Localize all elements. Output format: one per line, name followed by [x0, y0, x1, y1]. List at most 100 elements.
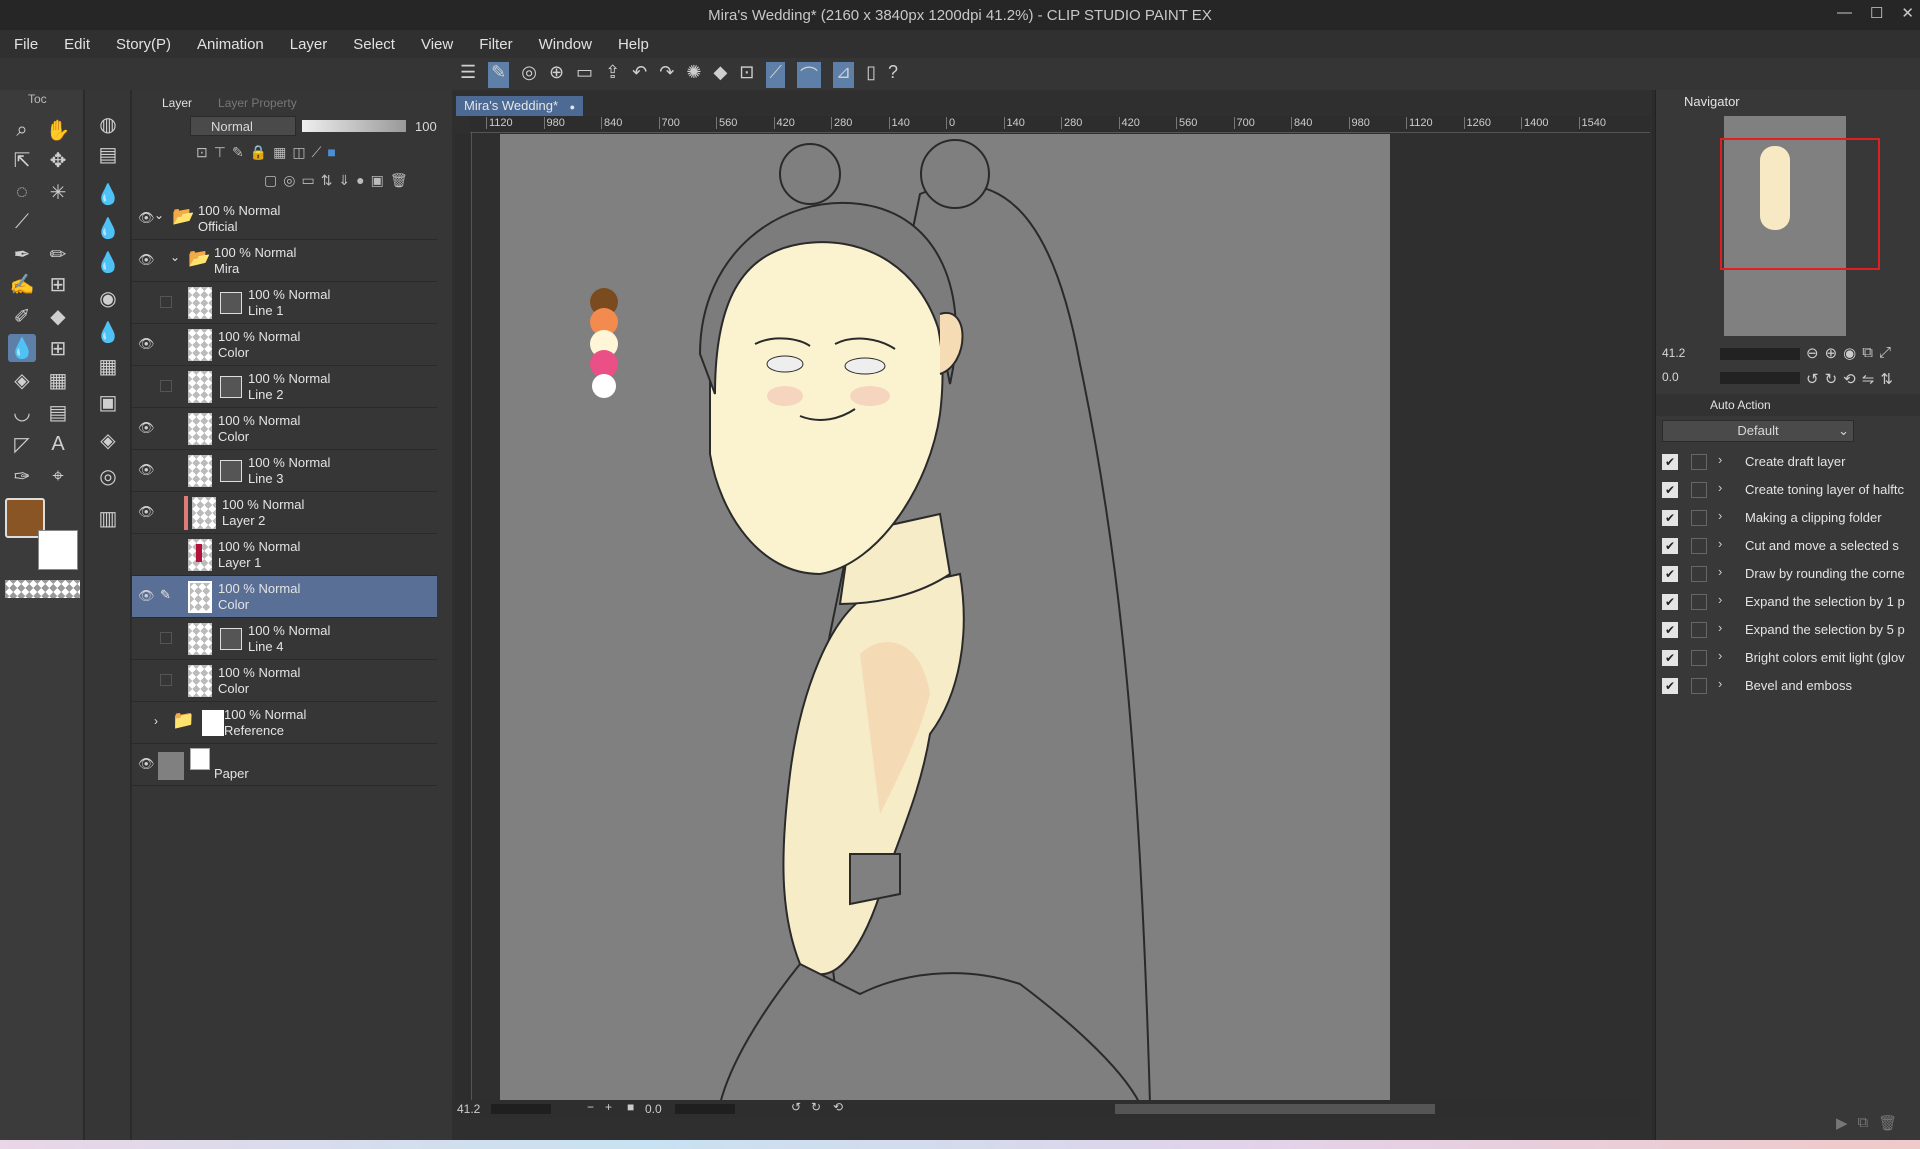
clip-icon[interactable]: ⊡ — [196, 144, 208, 161]
blend-tool-icon[interactable]: 💧 — [8, 334, 36, 362]
move-tool-icon[interactable]: ✥ — [44, 146, 72, 174]
operation-tool-icon[interactable]: ⇱ — [8, 146, 36, 174]
expand-icon[interactable]: › — [1718, 676, 1722, 691]
menu-story[interactable]: Story(P) — [116, 36, 171, 53]
brush-tool-icon[interactable]: ✍ — [8, 270, 36, 298]
nav-actual-size-icon[interactable]: ⧉ — [1862, 344, 1873, 362]
reset-rotation-icon[interactable]: ⟲ — [833, 1100, 843, 1114]
hand-tool-icon[interactable]: ✋ — [44, 116, 72, 144]
menu-animation[interactable]: Animation — [197, 36, 264, 53]
zoom-slider[interactable] — [491, 1104, 551, 1114]
opacity-slider[interactable] — [302, 120, 406, 132]
eye-icon[interactable]: 👁 — [138, 420, 155, 436]
text-tool-icon[interactable]: A — [44, 430, 72, 458]
navigator-rotation-slider[interactable] — [1720, 372, 1800, 384]
expand-icon[interactable]: › — [1718, 648, 1722, 663]
transparency-lock-icon[interactable]: ▦ — [273, 144, 286, 161]
auto-action-title[interactable]: Auto Action — [1710, 398, 1771, 412]
transfer-icon[interactable]: ⇅ — [321, 172, 333, 189]
nav-zoom-out-icon[interactable]: ⊖ — [1806, 344, 1819, 362]
device-icon[interactable]: ▯ — [866, 62, 876, 88]
check-icon[interactable]: ✔ — [1662, 594, 1678, 610]
trash-icon[interactable]: 🗑 — [1878, 1114, 1897, 1132]
layer-row-official[interactable]: 👁 ⌄ 📂 100 % Normal Official — [132, 198, 437, 240]
nav-reset-icon[interactable]: ⟲ — [1843, 370, 1856, 388]
nav-rotate-right-icon[interactable]: ↻ — [1825, 370, 1838, 388]
dialog-toggle[interactable] — [1691, 678, 1707, 694]
document-tab[interactable]: Mira's Wedding* ● — [456, 96, 584, 116]
lock-box[interactable] — [160, 674, 172, 686]
eye-icon[interactable]: 👁 — [138, 252, 155, 268]
menu-select[interactable]: Select — [353, 36, 395, 53]
opacity-value[interactable]: 100 — [415, 119, 437, 134]
navigator-title[interactable]: Navigator — [1684, 94, 1740, 109]
action-item[interactable]: ✔ › Draw by rounding the corne — [1656, 560, 1918, 588]
eye-icon[interactable]: 👁 — [138, 504, 155, 520]
ruler-icon[interactable]: ⟋ — [312, 144, 322, 161]
dialog-toggle[interactable] — [1691, 454, 1707, 470]
pen-mode-icon[interactable]: ✎ — [488, 62, 510, 88]
navigator-rotation-value[interactable]: 0.0 — [1662, 370, 1679, 384]
rotate-right-icon[interactable]: ↻ — [811, 1100, 821, 1114]
expand-icon[interactable]: › — [1718, 592, 1722, 607]
check-icon[interactable]: ✔ — [1662, 622, 1678, 638]
search-layer-icon[interactable]: ◎ — [94, 462, 122, 490]
dialog-toggle[interactable] — [1691, 538, 1707, 554]
gradient-icon[interactable]: ▦ — [44, 366, 72, 394]
collapse-icon[interactable]: ⌄ — [154, 208, 164, 222]
balloon-icon[interactable]: ⌖ — [44, 462, 72, 490]
nav-rotate-left-icon[interactable]: ↺ — [1806, 370, 1819, 388]
menu-edit[interactable]: Edit — [64, 36, 90, 53]
zoom-in-icon[interactable]: + — [605, 1100, 612, 1114]
auto-action-set-select[interactable]: Default ⌄ — [1662, 420, 1854, 442]
menu-window[interactable]: Window — [539, 36, 592, 53]
layer-row-layer-1[interactable]: 100 % Normal Layer 1 — [132, 534, 437, 576]
grid-tool-icon[interactable]: ⊞ — [44, 334, 72, 362]
dialog-toggle[interactable] — [1691, 650, 1707, 666]
palette-icon[interactable]: ◉ — [94, 284, 122, 312]
action-item[interactable]: ✔ › Cut and move a selected s — [1656, 532, 1918, 560]
figure-tool-icon[interactable]: ◡ — [8, 398, 36, 426]
check-icon[interactable]: ✔ — [1662, 454, 1678, 470]
curve-snap-icon[interactable]: ⌒ — [796, 62, 821, 88]
layer-row-mira[interactable]: 👁 ⌄ 📂 100 % Normal Mira — [132, 240, 437, 282]
expand-icon[interactable]: › — [1718, 564, 1722, 579]
frame-tool-icon[interactable]: ▤ — [44, 398, 72, 426]
expand-icon[interactable]: › — [1718, 508, 1722, 523]
eye-icon[interactable]: 👁 — [138, 210, 155, 226]
record-icon[interactable]: ⧉ — [1858, 1114, 1869, 1132]
blur-subtool-icon[interactable]: 💧 — [94, 214, 122, 242]
layer-row-color-4[interactable]: 100 % Normal Color — [132, 660, 437, 702]
layer-row-color-2[interactable]: 👁 100 % Normal Color — [132, 408, 437, 450]
layer-panel-icon[interactable]: ◈ — [94, 426, 122, 454]
sub-color-swatch[interactable] — [38, 530, 78, 570]
eye-icon[interactable]: 👁 — [138, 756, 155, 772]
zoom-tool-icon[interactable]: ⌕ — [8, 116, 36, 144]
action-item[interactable]: ✔ › Making a clipping folder — [1656, 504, 1918, 532]
grid-snap-icon[interactable]: ⊿ — [832, 62, 855, 88]
lock-box[interactable] — [160, 296, 172, 308]
nav-fit-icon[interactable]: ◉ — [1843, 344, 1856, 362]
canvas-zoom-value[interactable]: 41.2 — [457, 1102, 480, 1116]
color-set-icon[interactable]: 💧 — [94, 318, 122, 346]
menu-filter[interactable]: Filter — [479, 36, 512, 53]
mask-icon[interactable]: ◫ — [292, 144, 305, 161]
layer-row-line-1[interactable]: 100 % Normal Line 1 — [132, 282, 437, 324]
expand-icon[interactable]: › — [1718, 480, 1722, 495]
fit-icon[interactable]: ■ — [627, 1100, 634, 1114]
spiral-icon[interactable]: ◎ — [521, 62, 537, 88]
check-icon[interactable]: ✔ — [1662, 482, 1678, 498]
fill-icon[interactable]: ◆ — [713, 62, 727, 88]
transparent-color-swatch[interactable] — [5, 580, 80, 598]
mask-layer-icon[interactable]: ● — [356, 172, 364, 189]
layer-row-line-2[interactable]: 100 % Normal Line 2 — [132, 366, 437, 408]
apply-mask-icon[interactable]: ▣ — [371, 172, 384, 189]
ruler-snap-icon[interactable]: ⟋ — [766, 62, 785, 88]
help-icon[interactable]: ? — [888, 62, 898, 88]
quick-access-icon[interactable]: ▥ — [94, 504, 122, 532]
expand-icon[interactable]: › — [1718, 536, 1722, 551]
expand-icon[interactable]: › — [1718, 452, 1722, 467]
expand-icon[interactable]: › — [154, 714, 158, 728]
new-file-icon[interactable]: ⊕ — [549, 62, 564, 88]
layer-row-line-3[interactable]: 👁 100 % Normal Line 3 — [132, 450, 437, 492]
